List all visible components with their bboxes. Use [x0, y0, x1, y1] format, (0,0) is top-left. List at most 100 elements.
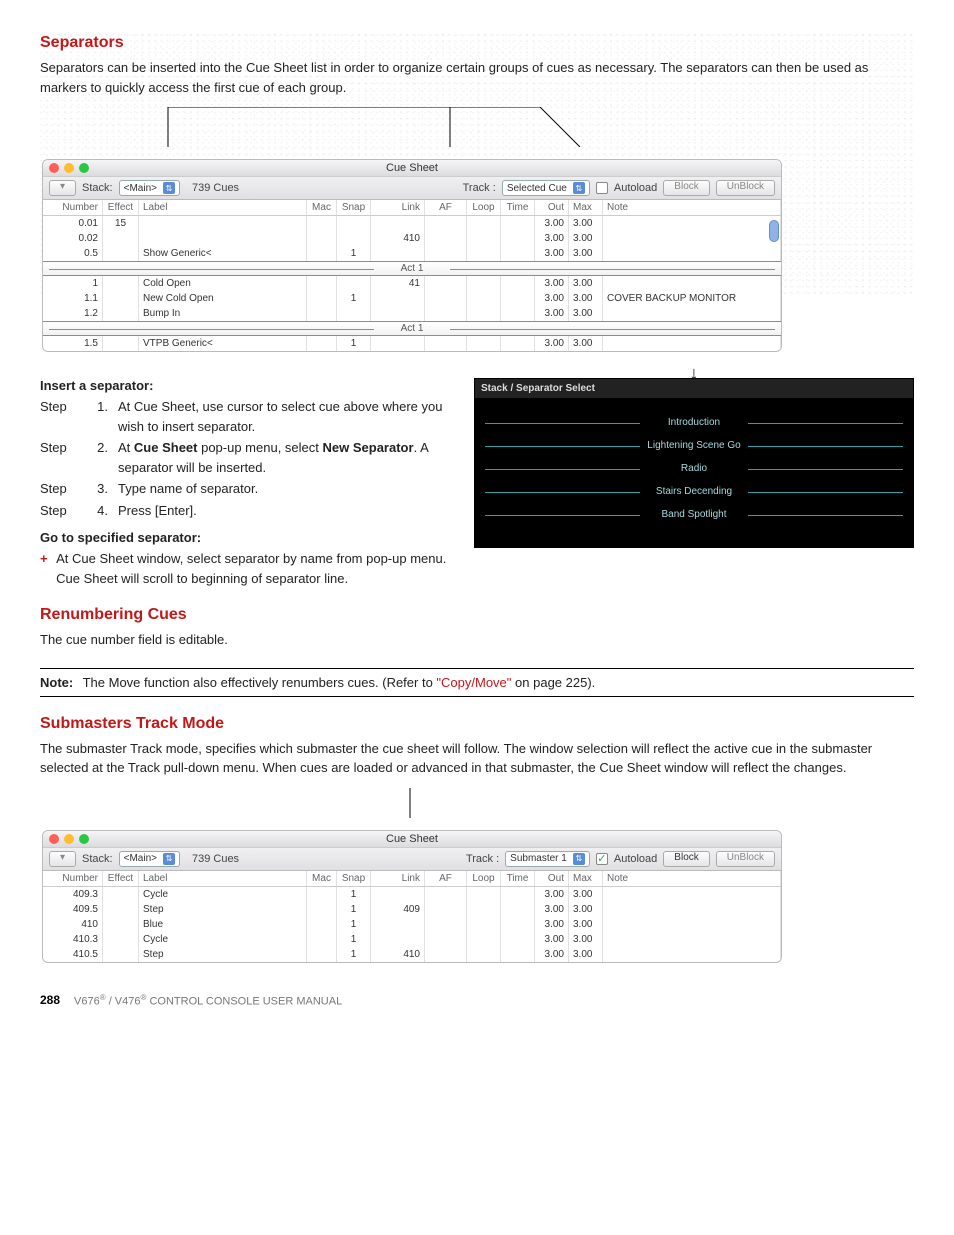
separator-option[interactable]: Stairs Decending — [485, 483, 903, 500]
cell — [371, 887, 425, 902]
col-header: Max — [569, 871, 603, 886]
traffic-lights[interactable] — [49, 163, 89, 173]
popup-menu-button[interactable]: ▾ — [49, 851, 76, 867]
cell — [307, 291, 337, 306]
step: Step2.At Cue Sheet pop-up menu, select N… — [40, 438, 454, 477]
window-titlebar: Cue Sheet — [43, 160, 781, 176]
step-text: At Cue Sheet, use cursor to select cue a… — [118, 397, 454, 436]
cell — [371, 932, 425, 947]
separator-option[interactable]: Band Spotlight — [485, 506, 903, 523]
cell: 3.00 — [569, 306, 603, 321]
toolbar: ▾ Stack: <Main> ⇅ 739 Cues Track : Subma… — [43, 847, 781, 871]
block-button[interactable]: Block — [663, 180, 709, 196]
close-icon[interactable] — [49, 834, 59, 844]
track-select[interactable]: Submaster 1 ⇅ — [505, 851, 590, 867]
cell: 410 — [43, 917, 103, 932]
stack-select[interactable]: <Main> ⇅ — [119, 851, 180, 867]
step-text: Type name of separator. — [118, 479, 454, 499]
cell — [103, 947, 139, 962]
stack-select[interactable]: <Main> ⇅ — [119, 180, 180, 196]
table-row[interactable]: 1.1New Cold Open13.003.00COVER BACKUP MO… — [43, 291, 781, 306]
separator-row[interactable]: Act 1 — [43, 261, 781, 276]
table-row[interactable]: 1.2Bump In3.003.00 — [43, 306, 781, 321]
zoom-icon[interactable] — [79, 834, 89, 844]
cell — [603, 306, 781, 321]
close-icon[interactable] — [49, 163, 59, 173]
section-para-renumbering: The cue number field is editable. — [40, 630, 914, 650]
separator-option[interactable]: Radio — [485, 460, 903, 477]
minimize-icon[interactable] — [64, 834, 74, 844]
step-prefix: Step — [40, 479, 80, 499]
cell — [371, 306, 425, 321]
cell: 3.00 — [569, 902, 603, 917]
block-button[interactable]: Block — [663, 851, 709, 867]
cell: 0.01 — [43, 216, 103, 231]
col-header: Effect — [103, 871, 139, 886]
cell — [467, 276, 501, 291]
cell: 409 — [371, 902, 425, 917]
cell: 410 — [371, 231, 425, 246]
col-header: AF — [425, 200, 467, 215]
table-row[interactable]: 409.3Cycle13.003.00 — [43, 887, 781, 902]
step-number: 3. — [90, 479, 108, 499]
goto-text: At Cue Sheet window, select separator by… — [56, 549, 454, 588]
cell — [103, 336, 139, 351]
table-row[interactable]: 0.024103.003.00 — [43, 231, 781, 246]
separator-option[interactable]: Lightening Scene Go — [485, 437, 903, 454]
unblock-button[interactable]: UnBlock — [716, 180, 775, 196]
col-header: Note — [603, 200, 781, 215]
cell — [603, 231, 781, 246]
cell — [425, 276, 467, 291]
popup-menu-button[interactable]: ▾ — [49, 180, 76, 196]
cell: 1 — [337, 947, 371, 962]
page-footer: 288 V676® / V476® CONTROL CONSOLE USER M… — [40, 993, 914, 1008]
cell: 3.00 — [569, 887, 603, 902]
cell — [501, 947, 535, 962]
table-row[interactable]: 1.5VTPB Generic<13.003.00 — [43, 336, 781, 351]
autoload-checkbox[interactable] — [596, 853, 608, 865]
cell — [425, 917, 467, 932]
separator-list: Introduction Lightening Scene Go Radio Stai… — [475, 398, 913, 547]
cell — [139, 231, 307, 246]
separator-row[interactable]: Act 1 — [43, 321, 781, 336]
cell: 1 — [337, 291, 371, 306]
table-row[interactable]: 410.3Cycle13.003.00 — [43, 932, 781, 947]
separator-option[interactable]: Introduction — [485, 414, 903, 431]
book-title: V676® / V476® CONTROL CONSOLE USER MANUA… — [74, 993, 342, 1008]
track-select[interactable]: Selected Cue ⇅ — [502, 180, 590, 196]
unblock-button[interactable]: UnBlock — [716, 851, 775, 867]
insert-heading: Insert a separator: — [40, 378, 454, 393]
cell: COVER BACKUP MONITOR — [603, 291, 781, 306]
note-link[interactable]: "Copy/Move" — [436, 675, 511, 690]
table-row[interactable]: 410.5Step14103.003.00 — [43, 947, 781, 962]
zoom-icon[interactable] — [79, 163, 89, 173]
cell: 41 — [371, 276, 425, 291]
table-row[interactable]: 409.5Step14093.003.00 — [43, 902, 781, 917]
minimize-icon[interactable] — [64, 163, 74, 173]
cell — [501, 902, 535, 917]
callout-leaders-2 — [40, 788, 914, 818]
stack-value: <Main> — [124, 183, 157, 194]
track-label: Track : — [466, 853, 499, 865]
traffic-lights[interactable] — [49, 834, 89, 844]
cell — [425, 291, 467, 306]
cell — [307, 947, 337, 962]
section-para-separators: Separators can be inserted into the Cue … — [40, 58, 914, 97]
table-row[interactable]: 410Blue13.003.00 — [43, 917, 781, 932]
cell — [501, 932, 535, 947]
cell — [467, 336, 501, 351]
step-text: Press [Enter]. — [118, 501, 454, 521]
cell: 1 — [337, 336, 371, 351]
table-row[interactable]: 1Cold Open413.003.00 — [43, 276, 781, 291]
cell — [337, 216, 371, 231]
cell: 1 — [337, 902, 371, 917]
stack-label: Stack: — [82, 853, 113, 865]
cell — [603, 336, 781, 351]
cell — [467, 306, 501, 321]
autoload-checkbox[interactable] — [596, 182, 608, 194]
table-row[interactable]: 0.5Show Generic<13.003.00 — [43, 246, 781, 261]
col-header: Effect — [103, 200, 139, 215]
cell: 3.00 — [569, 246, 603, 261]
cell: 3.00 — [535, 246, 569, 261]
table-row[interactable]: 0.01153.003.00 — [43, 216, 781, 231]
